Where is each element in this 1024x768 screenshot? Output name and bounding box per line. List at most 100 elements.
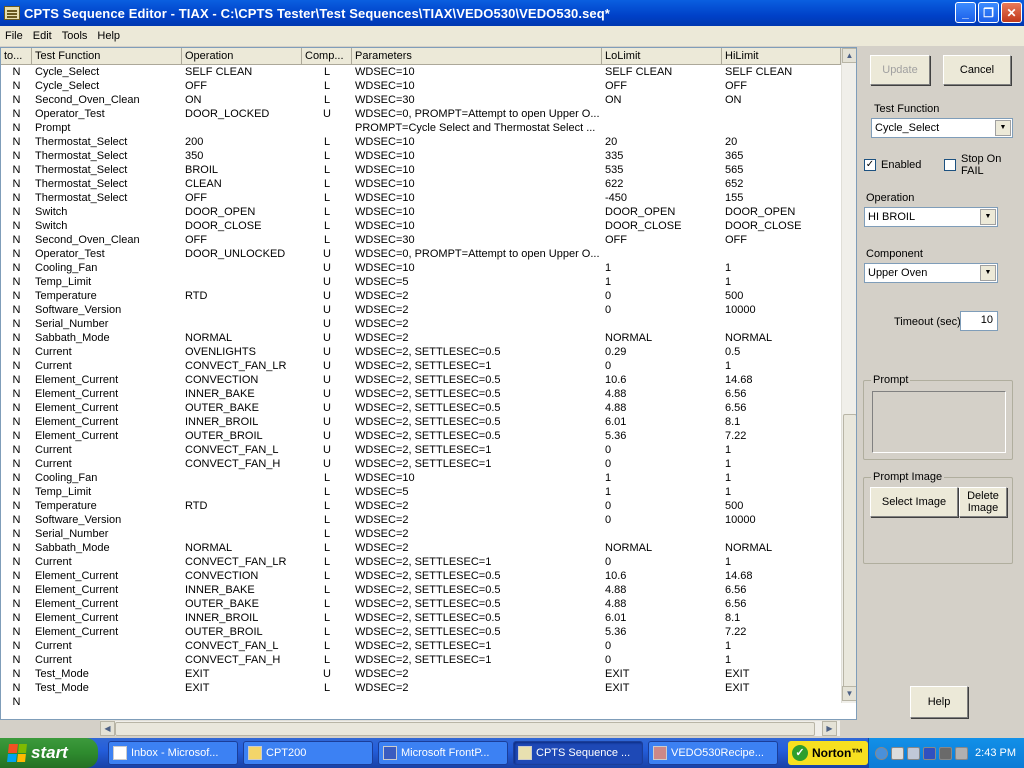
table-row[interactable]: N Thermostat_Select CLEAN L WDSEC=10 622 652 [1,177,841,191]
operation-cell[interactable]: CLEAN [182,177,302,191]
lolimit-cell[interactable]: 0 [602,443,722,457]
table-row[interactable]: N Current CONVECT_FAN_H U WDSEC=2, SETTLESEC… [1,457,841,471]
test-function-cell[interactable]: Serial_Number [32,527,182,541]
hilimit-cell[interactable]: 0.5 [722,345,841,359]
component-cell[interactable]: L [302,569,352,583]
operation-cell[interactable]: INNER_BROIL [182,415,302,429]
component-cell[interactable]: L [302,149,352,163]
test-function-cell[interactable]: Current [32,555,182,569]
lolimit-cell[interactable]: 622 [602,177,722,191]
parameters-cell[interactable]: WDSEC=30 [352,93,602,107]
parameters-cell[interactable]: WDSEC=2, SETTLESEC=0.5 [352,625,602,639]
parameters-cell[interactable]: WDSEC=2, SETTLESEC=0.5 [352,387,602,401]
operation-cell[interactable]: INNER_BROIL [182,611,302,625]
operation-cell[interactable]: OUTER_BAKE [182,401,302,415]
hilimit-cell[interactable]: 1 [722,639,841,653]
task-cpt200[interactable]: CPT200 [243,741,373,765]
scroll-right-icon[interactable]: ▶ [822,721,837,736]
scroll-left-icon[interactable]: ◀ [100,721,115,736]
lolimit-cell[interactable]: 4.88 [602,583,722,597]
monitor-icon[interactable] [891,746,904,760]
table-row[interactable]: N Sabbath_Mode NORMAL L WDSEC=2 NORMAL NORMAL [1,541,841,555]
stop-on-fail-checkbox[interactable] [944,159,956,171]
operation-cell[interactable]: OFF [182,191,302,205]
component-cell[interactable]: L [302,233,352,247]
test-function-cell[interactable]: Element_Current [32,625,182,639]
component-cell[interactable]: U [302,359,352,373]
component-cell[interactable]: L [302,541,352,555]
horizontal-scrollbar[interactable]: ◀ ▶ [100,720,840,736]
parameters-cell[interactable]: WDSEC=2 [352,317,602,331]
parameters-cell[interactable]: WDSEC=2 [352,667,602,681]
hilimit-cell[interactable]: 10000 [722,513,841,527]
to-cell[interactable]: N [1,443,32,457]
parameters-cell[interactable]: WDSEC=5 [352,275,602,289]
table-row[interactable]: N Element_Current CONVECTION U WDSEC=2, SETT… [1,373,841,387]
menu-help[interactable]: Help [92,30,125,42]
table-row[interactable]: N Current OVENLIGHTS U WDSEC=2, SETTLESEC=0.… [1,345,841,359]
to-cell[interactable]: N [1,639,32,653]
operation-cell[interactable]: OUTER_BROIL [182,625,302,639]
hilimit-cell[interactable] [722,107,841,121]
lolimit-cell[interactable]: ON [602,93,722,107]
table-row[interactable]: N Thermostat_Select 350 L WDSEC=10 335 365 [1,149,841,163]
parameters-cell[interactable]: WDSEC=10 [352,471,602,485]
test-function-cell[interactable]: Second_Oven_Clean [32,93,182,107]
to-cell[interactable]: N [1,79,32,93]
lolimit-cell[interactable]: 0.29 [602,345,722,359]
column-header-hilimit[interactable]: HiLimit [722,48,841,64]
lolimit-cell[interactable]: 10.6 [602,373,722,387]
component-cell[interactable]: U [302,247,352,261]
hilimit-cell[interactable]: OFF [722,79,841,93]
chevron-down-icon[interactable]: ▼ [995,120,1011,136]
lolimit-cell[interactable] [602,247,722,261]
to-cell[interactable]: N [1,121,32,135]
component-cell[interactable]: L [302,163,352,177]
table-row[interactable]: N Current CONVECT_FAN_L U WDSEC=2, SETTLESEC… [1,443,841,457]
parameters-cell[interactable]: WDSEC=10 [352,135,602,149]
to-cell[interactable]: N [1,429,32,443]
to-cell[interactable]: N [1,695,32,709]
table-row[interactable]: N Element_Current CONVECTION L WDSEC=2, SETT… [1,569,841,583]
test-function-cell[interactable]: Temp_Limit [32,485,182,499]
cancel-button[interactable]: Cancel [943,55,1011,85]
parameters-cell[interactable]: WDSEC=30 [352,233,602,247]
lolimit-cell[interactable]: 4.88 [602,597,722,611]
test-function-cell[interactable]: Element_Current [32,373,182,387]
table-row[interactable]: N Element_Current OUTER_BROIL L WDSEC=2, SET… [1,625,841,639]
to-cell[interactable]: N [1,373,32,387]
test-function-cell[interactable]: Temp_Limit [32,275,182,289]
antivirus-icon[interactable] [907,746,920,760]
operation-cell[interactable]: 350 [182,149,302,163]
column-header-operation[interactable]: Operation [182,48,302,64]
operation-cell[interactable] [182,513,302,527]
operation-cell[interactable]: NORMAL [182,331,302,345]
lolimit-cell[interactable]: 0 [602,359,722,373]
table-row[interactable]: N Thermostat_Select BROIL L WDSEC=10 535 565 [1,163,841,177]
test-function-cell[interactable]: Element_Current [32,611,182,625]
test-function-cell[interactable]: Current [32,457,182,471]
hilimit-cell[interactable]: 365 [722,149,841,163]
component-cell[interactable]: U [302,387,352,401]
component-cell[interactable]: U [302,415,352,429]
hilimit-cell[interactable]: 1 [722,653,841,667]
test-function-cell[interactable]: Cooling_Fan [32,261,182,275]
to-cell[interactable]: N [1,191,32,205]
to-cell[interactable]: N [1,163,32,177]
operation-dropdown[interactable]: HI BROIL ▼ [864,207,998,227]
parameters-cell[interactable]: WDSEC=2 [352,303,602,317]
test-function-cell[interactable]: Thermostat_Select [32,191,182,205]
parameters-cell[interactable]: WDSEC=2, SETTLESEC=0.5 [352,611,602,625]
test-function-cell[interactable]: Thermostat_Select [32,135,182,149]
component-cell[interactable]: U [302,345,352,359]
scroll-down-icon[interactable]: ▼ [842,686,856,701]
lolimit-cell[interactable] [602,317,722,331]
test-function-cell[interactable]: Element_Current [32,387,182,401]
lolimit-cell[interactable]: 0 [602,639,722,653]
operation-cell[interactable]: OFF [182,233,302,247]
parameters-cell[interactable]: WDSEC=2, SETTLESEC=0.5 [352,569,602,583]
test-function-cell[interactable]: Current [32,653,182,667]
parameters-cell[interactable]: WDSEC=2, SETTLESEC=1 [352,443,602,457]
lolimit-cell[interactable]: 0 [602,513,722,527]
component-cell[interactable]: U [302,303,352,317]
